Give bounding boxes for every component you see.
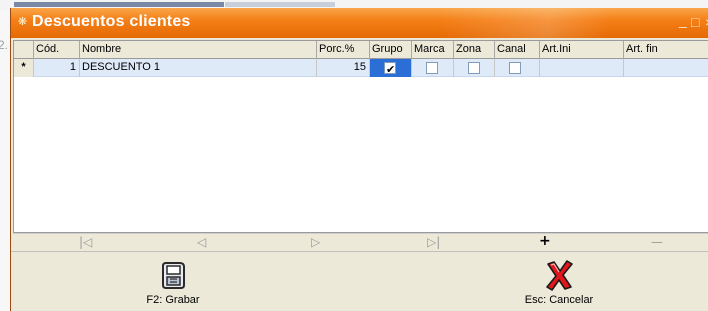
background-bar [14,2,224,7]
cancel-button[interactable]: Esc: Cancelar [459,254,659,310]
background-bar [225,2,335,7]
grupo-checkbox[interactable] [384,61,396,78]
header-nombre[interactable]: Nombre [80,41,317,59]
cell-canal[interactable] [495,59,540,77]
marca-checkbox[interactable] [426,62,438,74]
cancel-button-label: Esc: Cancelar [524,294,594,306]
header-codigo[interactable]: Cód. [34,41,80,59]
header-porcentaje[interactable]: Porc.% [317,41,370,59]
canal-checkbox[interactable] [509,62,521,74]
insert-record-icon[interactable]: + [539,233,551,249]
cell-nombre[interactable]: DESCUENTO 1 [80,59,317,77]
header-art-ini[interactable]: Art.Ini [540,41,624,59]
table-row[interactable]: * 1 DESCUENTO 1 15 [14,59,708,78]
app-icon: ❋ [17,16,28,28]
last-record-icon[interactable]: ▷| [427,235,440,249]
header-zona[interactable]: Zona [454,41,495,59]
row-indicator: * [14,59,34,77]
header-marca[interactable]: Marca [412,41,454,59]
cell-codigo[interactable]: 1 [34,59,80,77]
header-indicator [14,41,34,59]
discounts-grid[interactable]: Cód. Nombre Porc.% Grupo Marca Zona Cana… [13,40,708,233]
save-button[interactable]: F2: Grabar [73,254,273,310]
grid-header: Cód. Nombre Porc.% Grupo Marca Zona Cana… [14,41,708,59]
minimize-button[interactable]: _ [679,12,687,28]
next-record-icon[interactable]: ▷ [311,235,320,249]
cell-marca[interactable] [412,59,454,77]
save-icon [162,262,185,289]
header-art-fin[interactable]: Art. fin [624,41,708,59]
first-record-icon[interactable]: |◁ [79,235,92,249]
cell-porcentaje[interactable]: 15 [317,59,370,77]
footer-toolbar: F2: Grabar Esc: Cancelar [11,251,708,311]
delete-record-icon[interactable]: — [651,235,663,249]
title-bar-decoration [441,8,681,38]
record-navigator: |◁ ◁ ▷ ▷| + — [13,233,708,251]
cancel-x-icon [546,260,573,291]
zona-checkbox[interactable] [468,62,480,74]
background-text-fragment: 2. [0,38,9,52]
header-grupo[interactable]: Grupo [370,41,412,59]
cell-grupo[interactable] [370,59,412,78]
descuentos-clientes-window: ❋ Descuentos clientes _ □ × Cód. Nombre … [10,8,708,311]
maximize-button[interactable]: □ [691,14,699,30]
cell-zona[interactable] [454,59,495,77]
window-title: Descuentos clientes [32,13,191,30]
save-button-label: F2: Grabar [146,294,200,306]
header-canal[interactable]: Canal [495,41,540,59]
cell-art-fin[interactable] [624,59,708,77]
background-left-margin: 2. [0,10,10,311]
prior-record-icon[interactable]: ◁ [197,235,206,249]
title-bar[interactable]: ❋ Descuentos clientes _ □ × [11,8,708,38]
cell-art-ini[interactable] [540,59,624,77]
